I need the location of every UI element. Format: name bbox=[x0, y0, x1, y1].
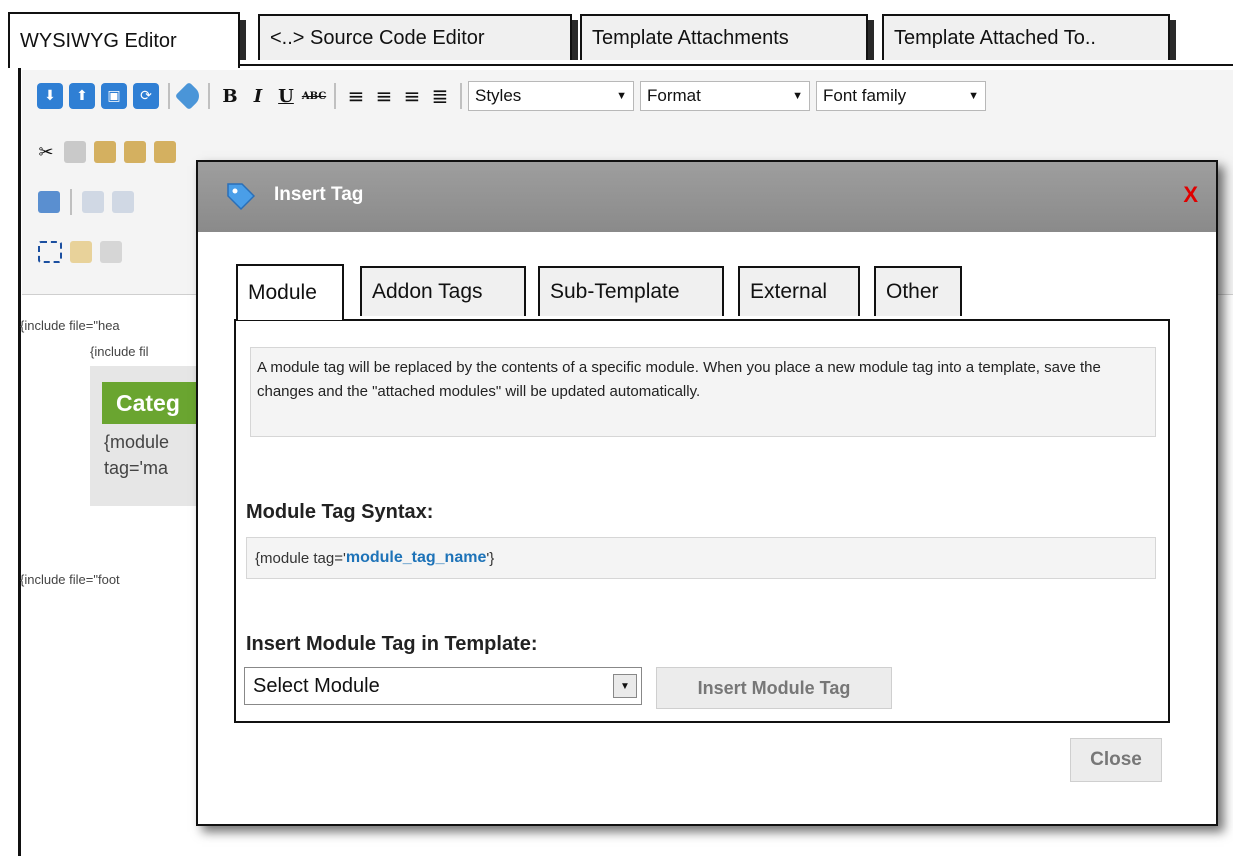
syntax-box: {module tag=' module_tag_name '} bbox=[246, 537, 1156, 579]
syntax-tag-name: module_tag_name bbox=[345, 549, 487, 566]
module-description: A module tag will be replaced by the con… bbox=[250, 347, 1156, 437]
cut-icon[interactable]: ✂ bbox=[32, 138, 60, 166]
layer-icon[interactable] bbox=[70, 241, 92, 263]
module-tag-text: {module bbox=[104, 432, 170, 452]
tab-shadow bbox=[868, 20, 874, 60]
tab-template-attached-to[interactable]: Template Attached To.. bbox=[882, 14, 1170, 60]
paste-word-icon[interactable] bbox=[154, 141, 176, 163]
tab-wysiwyg-editor[interactable]: WYSIWYG Editor bbox=[8, 12, 240, 68]
paste-icon[interactable] bbox=[94, 141, 116, 163]
close-button[interactable]: Close bbox=[1070, 738, 1162, 782]
separator bbox=[460, 83, 462, 109]
edit-icon[interactable] bbox=[38, 191, 60, 213]
module-tab-panel: A module tag will be replaced by the con… bbox=[234, 319, 1170, 723]
separator bbox=[334, 83, 336, 109]
tab-module[interactable]: Module bbox=[236, 264, 344, 320]
tab-addon-tags[interactable]: Addon Tags bbox=[360, 266, 526, 316]
insert-module-tag-button[interactable]: Insert Module Tag bbox=[656, 667, 892, 709]
tab-template-attachments[interactable]: Template Attachments bbox=[580, 14, 868, 60]
download-icon[interactable]: ⬇ bbox=[37, 83, 63, 109]
tab-shadow bbox=[572, 20, 578, 60]
upload-icon[interactable]: ⬆ bbox=[69, 83, 95, 109]
include-header-text: {include file="hea bbox=[20, 318, 120, 333]
dialog-header: Insert Tag X bbox=[198, 162, 1216, 232]
copy-icon[interactable] bbox=[64, 141, 86, 163]
align-justify-icon[interactable]: ≣ bbox=[426, 82, 454, 110]
tab-external[interactable]: External bbox=[738, 266, 860, 316]
chevron-down-icon: ▼ bbox=[968, 90, 979, 102]
paste-text-icon[interactable] bbox=[124, 141, 146, 163]
format-select[interactable]: Format ▼ bbox=[640, 81, 810, 111]
tag-icon bbox=[224, 180, 256, 211]
close-icon[interactable]: X bbox=[1183, 182, 1198, 208]
include-file-text: {include fil bbox=[90, 344, 149, 359]
layer-back-icon[interactable] bbox=[100, 241, 122, 263]
separator bbox=[208, 83, 210, 109]
table-icon[interactable] bbox=[82, 191, 104, 213]
styles-select-value: Styles bbox=[475, 86, 522, 105]
font-family-select-value: Font family bbox=[823, 86, 907, 105]
chevron-down-icon[interactable]: ▼ bbox=[613, 674, 637, 698]
select-all-icon[interactable] bbox=[38, 241, 62, 263]
table-row-icon[interactable] bbox=[112, 191, 134, 213]
separator bbox=[168, 83, 170, 109]
dialog-title: Insert Tag bbox=[274, 184, 364, 205]
font-family-select[interactable]: Font family ▼ bbox=[816, 81, 986, 111]
align-right-icon[interactable]: ≡ bbox=[398, 82, 426, 110]
insert-tag-icon[interactable] bbox=[174, 81, 204, 111]
bold-button[interactable]: B bbox=[216, 82, 244, 110]
tab-source-code-editor[interactable]: <..> Source Code Editor bbox=[258, 14, 572, 60]
underline-button[interactable]: U bbox=[272, 82, 300, 110]
module-tag-text: tag='ma bbox=[104, 458, 168, 478]
tab-shadow bbox=[240, 20, 246, 60]
align-center-icon[interactable]: ≡ bbox=[370, 82, 398, 110]
save-icon[interactable]: ▣ bbox=[101, 83, 127, 109]
tab-other[interactable]: Other bbox=[874, 266, 962, 316]
chevron-down-icon: ▼ bbox=[792, 90, 803, 102]
tab-shadow bbox=[1170, 20, 1176, 60]
strikethrough-button[interactable]: ABC bbox=[300, 82, 328, 110]
category-title: Categ bbox=[102, 382, 200, 424]
syntax-suffix: '} bbox=[486, 549, 495, 567]
syntax-prefix: {module tag=' bbox=[255, 549, 346, 567]
syntax-heading: Module Tag Syntax: bbox=[246, 501, 434, 523]
chevron-down-icon: ▼ bbox=[616, 90, 627, 102]
insert-tag-dialog: Insert Tag X Module Addon Tags Sub-Templ… bbox=[196, 160, 1218, 826]
align-left-icon[interactable]: ≡ bbox=[342, 82, 370, 110]
module-select[interactable]: Select Module ▼ bbox=[244, 667, 642, 705]
include-footer-text: {include file="foot bbox=[20, 572, 120, 587]
tab-sub-template[interactable]: Sub-Template bbox=[538, 266, 724, 316]
module-select-value: Select Module bbox=[253, 674, 380, 697]
format-select-value: Format bbox=[647, 86, 701, 105]
styles-select[interactable]: Styles ▼ bbox=[468, 81, 634, 111]
insert-heading: Insert Module Tag in Template: bbox=[246, 633, 538, 655]
separator bbox=[70, 189, 72, 215]
italic-button[interactable]: I bbox=[244, 82, 272, 110]
refresh-icon[interactable]: ⟳ bbox=[133, 83, 159, 109]
